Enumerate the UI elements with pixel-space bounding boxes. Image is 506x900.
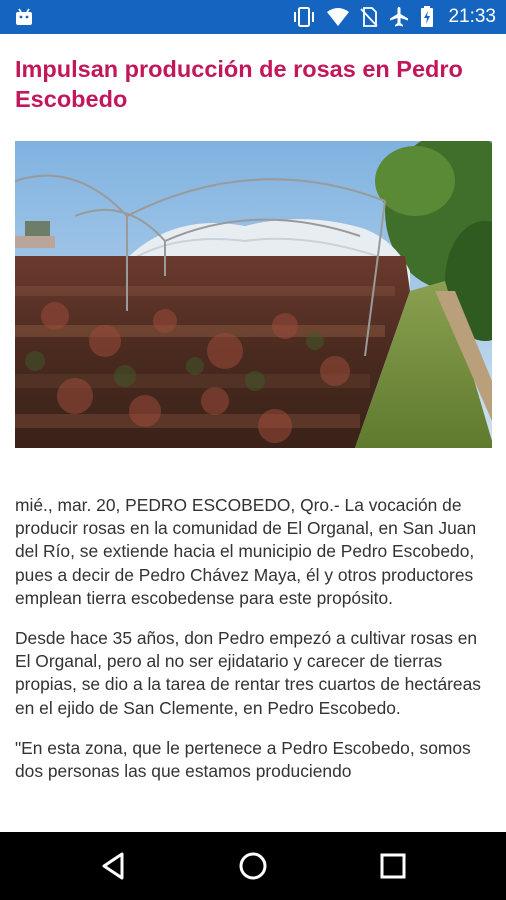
vibrate-icon [294, 7, 315, 27]
back-icon[interactable] [94, 846, 134, 886]
article-body: mié., mar. 20, PEDRO ESCOBEDO, Qro.- La … [15, 494, 493, 800]
airplane-mode-icon [390, 7, 409, 27]
paragraph: "En esta zona, que le pertenece a Pedro … [15, 737, 471, 782]
article-photo [15, 141, 492, 448]
status-bar: 21:33 [0, 0, 506, 34]
paragraph: mié., mar. 20, PEDRO ESCOBEDO, Qro.- La … [15, 495, 477, 608]
article-view[interactable]: Impulsan producción de rosas en Pedro Es… [0, 34, 506, 832]
navigation-bar [0, 832, 506, 900]
home-icon[interactable] [233, 846, 273, 886]
clock: 21:33 [448, 6, 496, 27]
recents-icon[interactable] [373, 846, 413, 886]
paragraph: Desde hace 35 años, don Pedro empezó a c… [15, 628, 481, 718]
wifi-icon [327, 8, 350, 26]
android-icon [16, 8, 32, 25]
article-title: Impulsan producción de rosas en Pedro Es… [15, 56, 463, 112]
battery-charging-icon [421, 6, 434, 27]
no-sim-icon [360, 7, 379, 27]
